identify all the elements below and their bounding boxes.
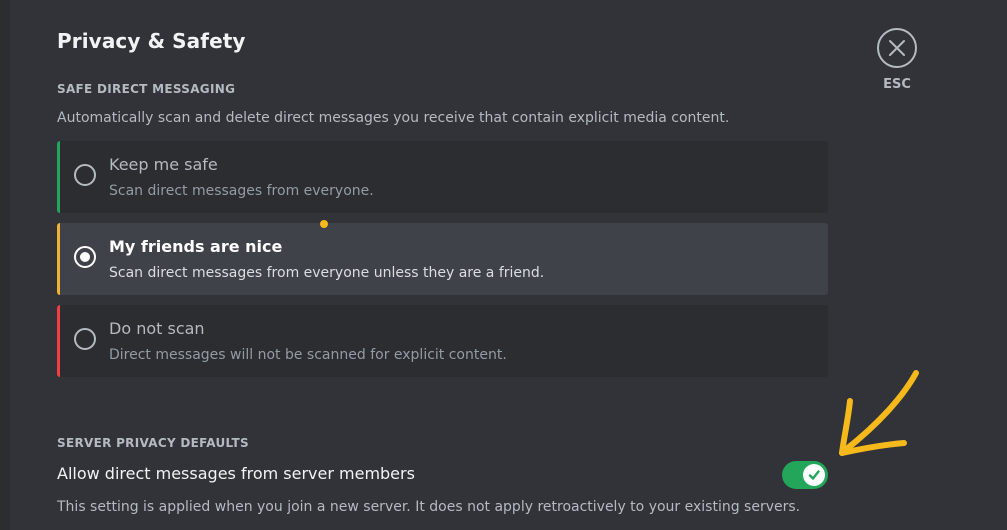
page-title: Privacy & Safety <box>57 29 246 53</box>
allow-dm-setting-note: This setting is applied when you join a … <box>57 499 801 515</box>
option-accent-yellow <box>57 223 60 295</box>
option-keep-me-safe[interactable]: Keep me safe Scan direct messages from e… <box>57 141 828 213</box>
radio-button-selected[interactable] <box>74 246 96 268</box>
safe-dm-section-title: SAFE DIRECT MESSAGING <box>57 82 236 96</box>
close-button[interactable] <box>877 28 917 68</box>
annotation-dot <box>320 220 328 228</box>
toggle-knob <box>803 464 825 486</box>
option-accent-red <box>57 305 60 377</box>
option-description: Scan direct messages from everyone unles… <box>109 265 545 281</box>
allow-dm-setting-label: Allow direct messages from server member… <box>57 464 415 483</box>
server-privacy-section-title: SERVER PRIVACY DEFAULTS <box>57 436 249 450</box>
option-accent-green <box>57 141 60 213</box>
option-title: Do not scan <box>109 319 205 338</box>
esc-label: ESC <box>883 77 911 92</box>
option-title: My friends are nice <box>109 237 283 256</box>
allow-dm-toggle[interactable] <box>782 461 828 489</box>
close-control: ESC <box>875 28 919 92</box>
settings-page: Privacy & Safety SAFE DIRECT MESSAGING A… <box>0 0 1007 530</box>
arrow-icon <box>839 370 919 456</box>
sidebar-edge <box>0 0 10 530</box>
option-do-not-scan[interactable]: Do not scan Direct messages will not be … <box>57 305 828 377</box>
check-icon <box>808 470 820 480</box>
option-description: Scan direct messages from everyone. <box>109 183 374 199</box>
radio-button[interactable] <box>74 328 96 350</box>
radio-dot <box>80 252 90 262</box>
option-description: Direct messages will not be scanned for … <box>109 347 507 363</box>
option-title: Keep me safe <box>109 155 218 174</box>
radio-button[interactable] <box>74 164 96 186</box>
option-my-friends-are-nice[interactable]: My friends are nice Scan direct messages… <box>57 223 828 295</box>
close-icon <box>889 40 905 56</box>
safe-dm-description: Automatically scan and delete direct mes… <box>57 110 730 126</box>
